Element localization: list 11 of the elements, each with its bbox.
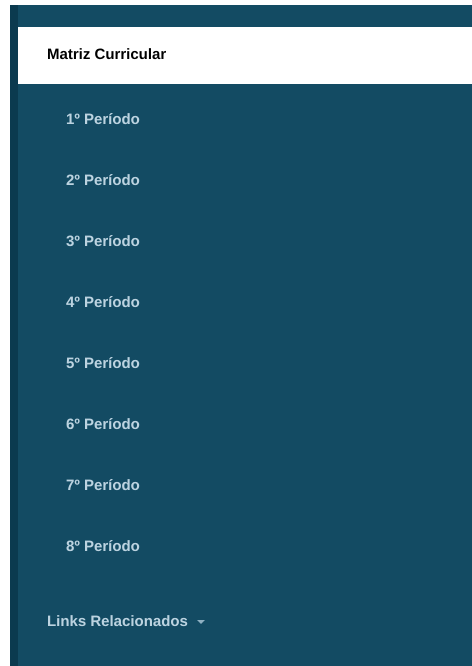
- nav-link[interactable]: 2º Período: [18, 151, 472, 212]
- nav-link[interactable]: Links Relacionados: [18, 591, 472, 653]
- nav-link[interactable]: 8º Período: [18, 517, 472, 578]
- nav-link[interactable]: 5º Período: [18, 334, 472, 395]
- nav-link[interactable]: 6º Período: [18, 395, 472, 456]
- nav-link[interactable]: Matriz Curricular: [18, 27, 472, 84]
- nav-link[interactable]: 7º Período: [18, 456, 472, 517]
- nav-link[interactable]: 3º Período: [18, 212, 472, 273]
- nav-link[interactable]: 1º Período: [18, 90, 472, 151]
- nav-link[interactable]: 4º Período: [18, 273, 472, 334]
- caret-icon: [196, 620, 205, 624]
